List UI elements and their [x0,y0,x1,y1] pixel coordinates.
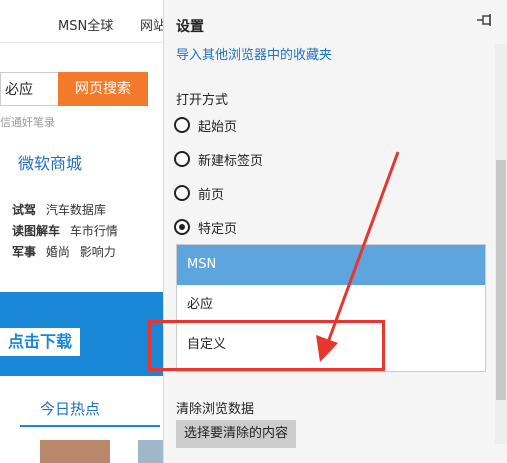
radio-label: 新建标签页 [198,153,264,169]
hot-news-title[interactable]: 今日热点 [40,398,100,419]
clear-data-label: 清除浏览数据 [176,402,255,417]
panel-title: 设置 [176,19,204,35]
list-item-bing[interactable]: 必应 [177,285,485,325]
search-hint: 信通奸笔录 [0,116,55,129]
banner-download-text[interactable]: 点击下载 [0,328,81,356]
search-engine-label: 必应 [5,82,33,98]
pin-icon[interactable] [477,14,493,30]
link-row: 试驾 汽车数据库 [12,200,124,221]
news-thumbnail[interactable] [138,440,163,463]
web-search-button[interactable]: 网页搜索 [58,72,148,106]
news-thumbnail[interactable] [40,440,110,463]
link[interactable]: 汽车数据库 [46,203,106,217]
pin-icon-glyph [477,14,491,26]
search-engine-box[interactable]: 必应 [0,72,60,106]
list-item-msn[interactable]: MSN [177,245,485,285]
link[interactable]: 婚尚 [46,245,70,259]
import-favorites-link[interactable]: 导入其他浏览器中的收藏夹 [176,44,332,63]
radio-circle[interactable] [174,117,190,133]
radio-new-tab[interactable]: 新建标签页 [174,148,263,170]
radio-previous-page[interactable]: 前页 [174,182,224,204]
radio-label: 特定页 [198,221,238,237]
radio-specific-page[interactable]: 特定页 [174,216,237,238]
radio-label: 前页 [198,187,225,203]
highlight-box [148,320,385,371]
radio-circle-checked[interactable] [174,219,190,235]
link-bold[interactable]: 试驾 [12,203,36,217]
settings-panel: 设置 导入其他浏览器中的收藏夹 打开方式 起始页 新建标签页 前页 特定页 MS… [163,0,507,463]
link-bold[interactable]: 军事 [12,245,36,259]
microsoft-store-link[interactable]: 微软商城 [18,150,82,174]
choose-clear-button[interactable]: 选择要清除的内容 [176,420,297,448]
link-row: 军事 婚尚 影响力 [12,242,124,263]
radio-start-page[interactable]: 起始页 [174,114,237,136]
link-grid: 试驾 汽车数据库 读图解车 车市行情 军事 婚尚 影响力 [12,200,124,263]
link-bold[interactable]: 读图解车 [12,224,60,238]
radio-circle[interactable] [174,151,190,167]
hot-news-underline [20,425,160,427]
open-with-label: 打开方式 [176,93,229,108]
link[interactable]: 车市行情 [70,224,118,238]
panel-scrollbar-thumb[interactable] [496,160,506,400]
nav-link-msn[interactable]: MSN全球 [58,15,113,34]
radio-label: 起始页 [198,119,238,135]
radio-circle[interactable] [174,185,190,201]
link-row: 读图解车 车市行情 [12,221,124,242]
link[interactable]: 影响力 [80,245,116,259]
